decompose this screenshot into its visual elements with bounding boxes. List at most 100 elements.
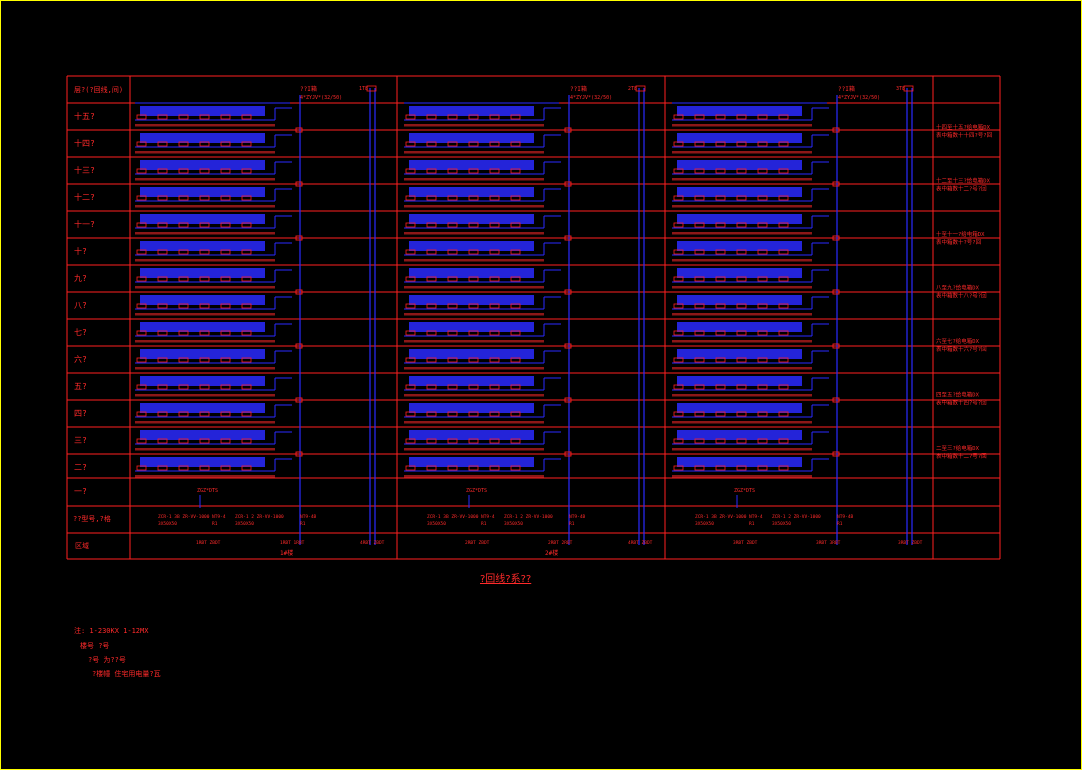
meter-label-strip <box>404 367 544 370</box>
meter-label-strip <box>135 232 275 235</box>
busbar <box>677 268 802 278</box>
right-note-line1: 四至五?给电箱DX <box>936 391 980 399</box>
busbar <box>677 187 802 197</box>
b3-floor1-box: ZGZ*DTS <box>734 488 755 494</box>
floor-label: 六? <box>74 354 87 364</box>
b1-cable-f: 3X50X50 <box>235 521 254 527</box>
busbar <box>409 295 534 305</box>
floor-label: 十三? <box>74 165 95 175</box>
row-cable-label: ??型号,?格 <box>73 514 111 523</box>
busbar <box>409 133 534 143</box>
busbar <box>677 133 802 143</box>
b2-riser-label: 2T8 <box>628 86 637 92</box>
right-note-line2: 表中箱数十八?号?回 <box>936 292 987 300</box>
meter-label-strip <box>135 448 275 451</box>
busbar <box>409 187 534 197</box>
meter-label-strip <box>135 475 275 478</box>
b2-cable-f: 3X50X50 <box>504 521 523 527</box>
busbar <box>409 403 534 413</box>
floor-label: 九? <box>74 274 87 283</box>
right-note-line2: 表中箱数十二?号?回 <box>936 452 987 460</box>
busbar <box>409 214 534 224</box>
busbar <box>140 241 265 251</box>
b1-cable-e: ZCR-1 2 ZR-VV-1000 <box>235 514 284 520</box>
meter-label-strip <box>135 313 275 316</box>
right-note-line2: 表中箱数十四?号?回 <box>936 399 987 407</box>
busbar <box>140 295 265 305</box>
floor-label: 五? <box>74 382 87 391</box>
meter-label-strip <box>135 259 275 262</box>
b2-cable-h: R1 <box>569 521 575 527</box>
b3-top-label: ??I箱 <box>838 85 855 93</box>
meter-label-strip <box>672 178 812 181</box>
busbar <box>140 322 265 332</box>
right-note-line2: 表中箱数十?号?回 <box>936 238 982 246</box>
busbar <box>140 376 265 386</box>
meter-label-strip <box>404 448 544 451</box>
legend-line-1: 注: 1-230KX 1-12MX <box>74 626 149 635</box>
meter-label-strip <box>404 313 544 316</box>
b2-zone-a: 2RBT ZBDT <box>465 540 490 546</box>
busbar <box>140 160 265 170</box>
b2-name: 2#楼 <box>545 549 558 557</box>
busbar <box>409 268 534 278</box>
busbar <box>409 160 534 170</box>
meter-label-strip <box>672 232 812 235</box>
busbar <box>409 430 534 440</box>
b2-cable-g: NT9-4B <box>569 514 586 520</box>
busbar <box>677 349 802 359</box>
b1-name: 1#楼 <box>280 549 293 557</box>
floor-label: 一? <box>74 487 87 496</box>
busbar <box>409 457 534 467</box>
busbar <box>677 322 802 332</box>
b3-cable-g: NT9-4B <box>837 514 854 520</box>
b2-cable-b: 3X50X50 <box>427 521 446 527</box>
busbar <box>677 376 802 386</box>
floor-label: 七? <box>74 328 87 337</box>
meter-label-strip <box>135 394 275 397</box>
b1-cable-b: 3X50X50 <box>158 521 177 527</box>
b2-zone-c: 4RBT ZBDT <box>628 540 653 546</box>
busbar <box>409 241 534 251</box>
b3-cable-c: NT9-4 <box>749 514 763 520</box>
b1-riser-label: 1T8 <box>359 86 368 92</box>
b2-zone-b: 2RBT 2RBT <box>548 540 573 546</box>
busbar <box>140 403 265 413</box>
legend-line-2: 楼号 ?号 <box>80 641 109 650</box>
b2-top-label: ??I箱 <box>570 85 587 93</box>
meter-label-strip <box>672 421 812 424</box>
b3-cable-f: 3X50X50 <box>772 521 791 527</box>
header-label: 层?(?回线,间) <box>74 85 123 94</box>
meter-label-strip <box>135 151 275 154</box>
b3-zone-b: 3RBT 3RBT <box>816 540 841 546</box>
meter-label-strip <box>404 394 544 397</box>
b1-cable-h: R1 <box>300 521 306 527</box>
b1-top-label: ??I箱 <box>300 85 317 93</box>
meter-label-strip <box>672 394 812 397</box>
floor-label: 十一? <box>74 219 95 229</box>
b1-top-sub: 4*ZYJV*(32/50) <box>300 95 342 101</box>
meter-label-strip <box>404 124 544 127</box>
right-note-line1: 八至九?给电箱DX <box>936 284 980 292</box>
b1-cable-a: ZCR-1 3B ZR-VV-1000 <box>158 514 210 520</box>
b1-cable-g: NT9-4B <box>300 514 317 520</box>
table-grid <box>66 75 1001 560</box>
floor-label: 十五? <box>74 111 95 121</box>
b3-cable-d: R1 <box>749 521 755 527</box>
b1-floor1-box: ZGZ*DTS <box>197 488 218 494</box>
busbar <box>409 349 534 359</box>
b3-riser-label: 3T8 <box>896 86 905 92</box>
right-note-line2: 表中箱数十二?号?回 <box>936 185 987 193</box>
b2-top-sub: 4*ZYJV*(32/50) <box>570 95 612 101</box>
meter-label-strip <box>404 151 544 154</box>
b1-zone-c: 4RBT ZBDT <box>360 540 385 546</box>
meter-label-strip <box>404 178 544 181</box>
meter-label-strip <box>672 151 812 154</box>
busbar <box>677 430 802 440</box>
floor-label: 三? <box>74 436 87 445</box>
busbar <box>409 376 534 386</box>
b3-top-sub: 4*ZYJV*(32/50) <box>838 95 880 101</box>
floor-label: 十四? <box>74 138 95 148</box>
meter-label-strip <box>135 286 275 289</box>
busbar <box>677 403 802 413</box>
